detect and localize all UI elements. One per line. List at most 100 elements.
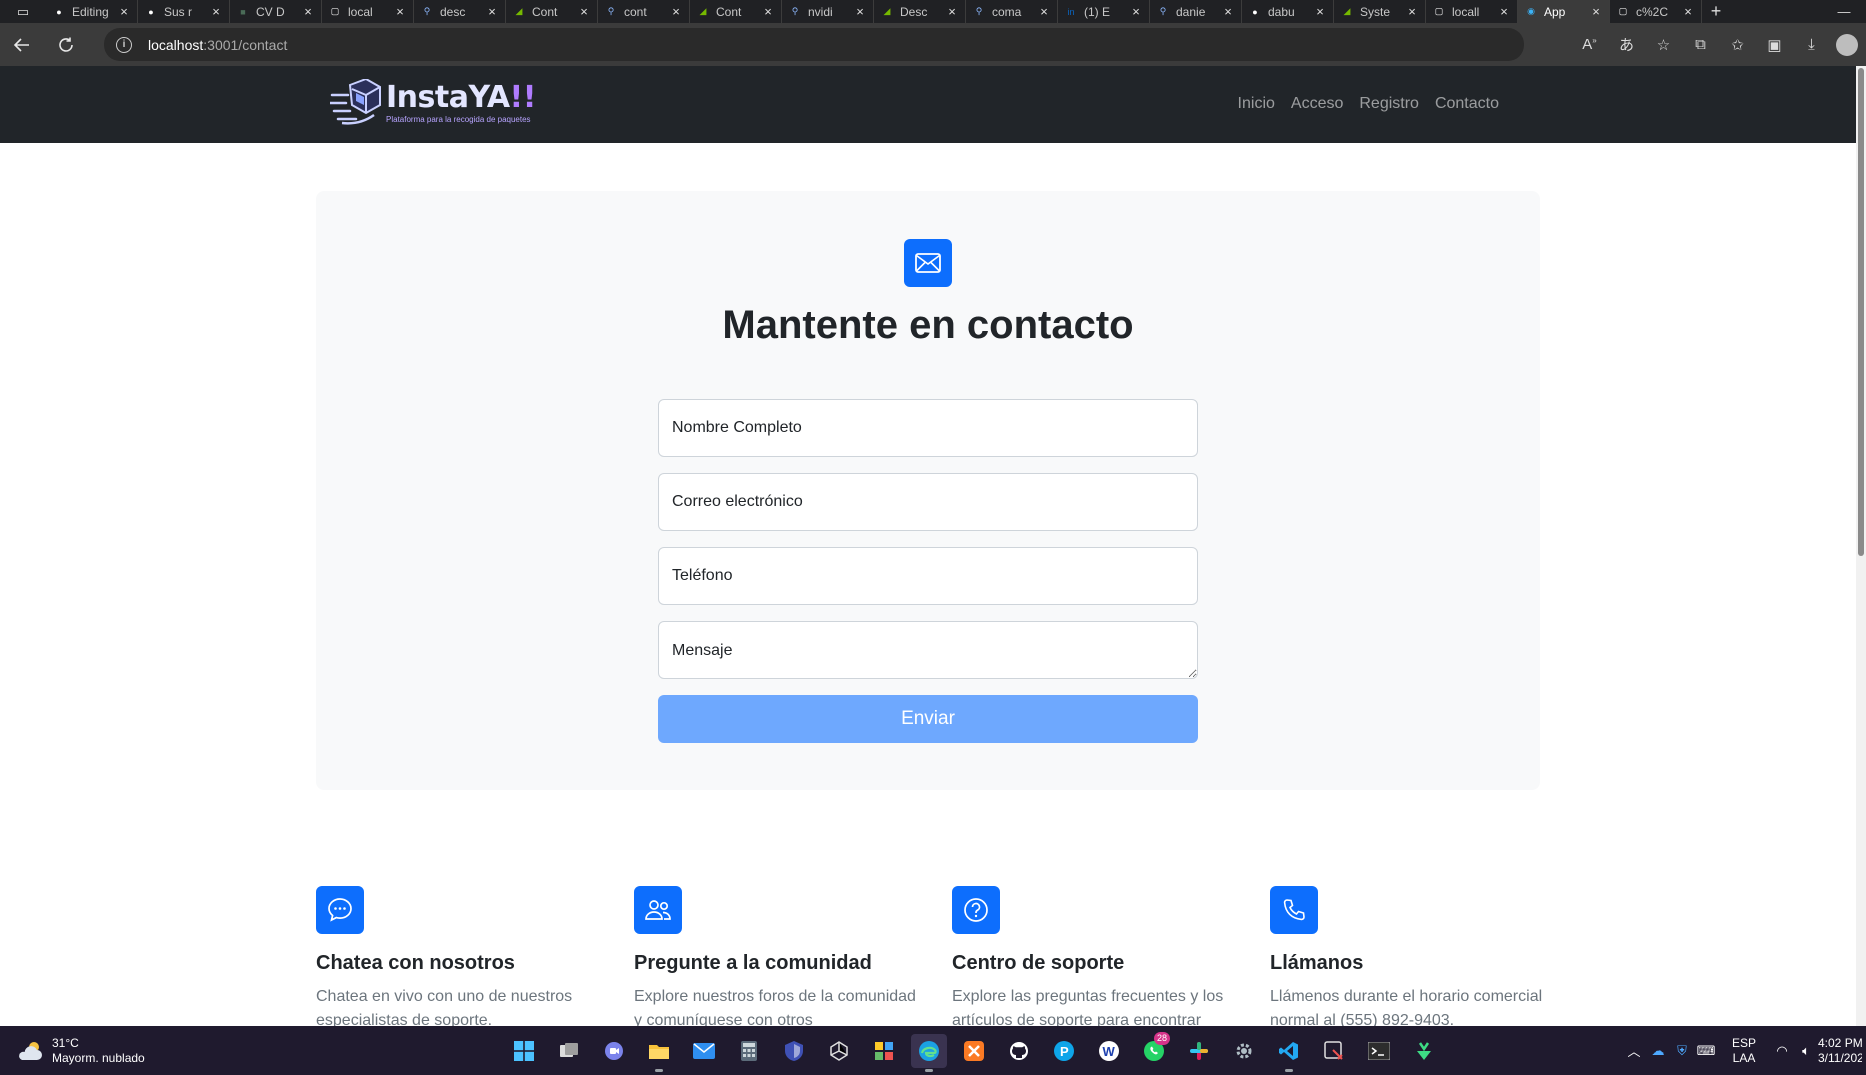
- browser-tab[interactable]: in (1) E ×: [1058, 0, 1150, 23]
- file-explorer-icon[interactable]: [641, 1034, 677, 1072]
- close-tab-icon[interactable]: ×: [669, 4, 683, 19]
- browser-tab[interactable]: ● dabu ×: [1242, 0, 1334, 23]
- clock[interactable]: 4:02 PM 3/11/2023: [1818, 1036, 1862, 1066]
- minimize-button[interactable]: —: [1822, 4, 1866, 19]
- nav-link-inicio[interactable]: Inicio: [1238, 95, 1275, 113]
- browser-tab[interactable]: ⚲ coma ×: [966, 0, 1058, 23]
- close-tab-icon[interactable]: ×: [301, 4, 315, 19]
- nav-link-acceso[interactable]: Acceso: [1291, 95, 1343, 113]
- nav-link-registro[interactable]: Registro: [1359, 95, 1419, 113]
- language-indicator[interactable]: ESP LAA: [1732, 1036, 1756, 1066]
- close-tab-icon[interactable]: ×: [1129, 4, 1143, 19]
- snipping-tool-icon[interactable]: [1316, 1034, 1352, 1068]
- browser-tab[interactable]: ◢ Cont ×: [690, 0, 782, 23]
- new-tab-button[interactable]: +: [1702, 1, 1730, 22]
- whatsapp-icon[interactable]: 28: [1136, 1032, 1172, 1068]
- edge-icon: ◉: [1527, 6, 1535, 16]
- nav-link-contacto[interactable]: Contacto: [1435, 95, 1499, 113]
- teams-chat-icon[interactable]: [596, 1034, 632, 1068]
- vscode-icon[interactable]: [1271, 1034, 1307, 1072]
- browser-tab[interactable]: ■ CV D ×: [230, 0, 322, 23]
- close-tab-icon[interactable]: ×: [577, 4, 591, 19]
- url-text[interactable]: localhost:3001/contact: [148, 37, 287, 53]
- weather-widget[interactable]: 31°C Mayorm. nublado: [16, 1036, 145, 1066]
- close-tab-icon[interactable]: ×: [117, 4, 131, 19]
- close-tab-icon[interactable]: ×: [393, 4, 407, 19]
- browser-tab[interactable]: ◢ Syste ×: [1334, 0, 1426, 23]
- scrollbar-thumb[interactable]: [1858, 68, 1864, 556]
- browser-tab[interactable]: ⚲ desc ×: [414, 0, 506, 23]
- info-icon[interactable]: i: [116, 36, 132, 53]
- brand-tagline: Plataforma para la recogida de paquetes: [386, 115, 531, 124]
- close-tab-icon[interactable]: ×: [1681, 4, 1695, 19]
- xampp-icon[interactable]: [956, 1034, 992, 1068]
- browser-tab[interactable]: ⚲ danie ×: [1150, 0, 1242, 23]
- browser-tab[interactable]: ● Editing ×: [46, 0, 138, 23]
- favorites-icon[interactable]: ✩: [1719, 36, 1756, 54]
- extensions-icon[interactable]: ⧉: [1682, 36, 1719, 53]
- downloads-icon[interactable]: ⤓: [1793, 36, 1830, 53]
- close-tab-icon[interactable]: ×: [485, 4, 499, 19]
- email-input[interactable]: [658, 473, 1198, 531]
- close-tab-icon[interactable]: ×: [1589, 4, 1603, 19]
- tab-actions-icon[interactable]: ▭: [0, 0, 46, 23]
- system-tray: ︿ ☁ ⛨ ⌨ ESP LAA ◠ 🔈︎ 4:02 PM 3/11/2023: [1622, 1026, 1866, 1075]
- address-bar[interactable]: i localhost:3001/contact: [104, 28, 1524, 61]
- submit-button[interactable]: Enviar: [658, 695, 1198, 743]
- full-name-input[interactable]: [658, 399, 1198, 457]
- close-tab-icon[interactable]: ×: [853, 4, 867, 19]
- word-w-icon[interactable]: W: [1091, 1034, 1127, 1068]
- page-scrollbar[interactable]: [1856, 66, 1866, 1026]
- close-tab-icon[interactable]: ×: [1037, 4, 1051, 19]
- close-tab-icon[interactable]: ×: [761, 4, 775, 19]
- browser-tab[interactable]: ◢ Cont ×: [506, 0, 598, 23]
- browser-tab[interactable]: ▢ local ×: [322, 0, 414, 23]
- reload-button[interactable]: [44, 23, 88, 66]
- page-icon: ▢: [1618, 6, 1628, 16]
- envelope-icon: [904, 239, 952, 287]
- paint-tool-icon[interactable]: [866, 1034, 902, 1068]
- github-desktop-icon[interactable]: [1001, 1034, 1037, 1068]
- wifi-icon[interactable]: ◠: [1770, 1043, 1794, 1059]
- brand-logo-link[interactable]: InstaYA!! Plataforma para la recogida de…: [330, 79, 536, 127]
- close-tab-icon[interactable]: ×: [1405, 4, 1419, 19]
- collections-icon[interactable]: ▣: [1756, 36, 1793, 54]
- mail-icon[interactable]: [686, 1034, 722, 1068]
- browser-tab[interactable]: ⚲ nvidi ×: [782, 0, 874, 23]
- close-tab-icon[interactable]: ×: [945, 4, 959, 19]
- read-aloud-icon[interactable]: A»: [1571, 36, 1608, 53]
- browser-tab[interactable]: ◢ Desc ×: [874, 0, 966, 23]
- close-tab-icon[interactable]: ×: [1313, 4, 1327, 19]
- keyboard-icon[interactable]: ⌨: [1694, 1043, 1718, 1059]
- browser-tab[interactable]: ◉ App ×: [1518, 0, 1610, 23]
- phone-input[interactable]: [658, 547, 1198, 605]
- task-view-icon[interactable]: [551, 1034, 587, 1068]
- security-shield-icon[interactable]: [776, 1034, 812, 1068]
- close-tab-icon[interactable]: ×: [1221, 4, 1235, 19]
- close-tab-icon[interactable]: ×: [209, 4, 223, 19]
- back-button[interactable]: [0, 23, 44, 66]
- browser-tab[interactable]: ▢ c%2C ×: [1610, 0, 1702, 23]
- android-studio-icon[interactable]: [1406, 1034, 1442, 1068]
- windows-start-icon[interactable]: [506, 1034, 542, 1068]
- unity-icon[interactable]: [821, 1034, 857, 1068]
- chevron-up-icon[interactable]: ︿: [1622, 1041, 1646, 1060]
- calculator-icon[interactable]: [731, 1034, 767, 1068]
- search-icon: ⚲: [423, 6, 431, 16]
- translate-icon[interactable]: あ: [1608, 34, 1645, 55]
- defender-icon[interactable]: ⛨: [1670, 1043, 1694, 1059]
- browser-tab[interactable]: ▢ locall ×: [1426, 0, 1518, 23]
- onedrive-cloud-icon[interactable]: ☁: [1646, 1043, 1670, 1059]
- profile-avatar[interactable]: [1836, 33, 1858, 56]
- message-textarea[interactable]: [658, 621, 1198, 679]
- terminal-icon[interactable]: [1361, 1034, 1397, 1068]
- volume-icon[interactable]: 🔈︎: [1794, 1043, 1818, 1059]
- browser-tab[interactable]: ● Sus r ×: [138, 0, 230, 23]
- close-tab-icon[interactable]: ×: [1497, 4, 1511, 19]
- browser-tab[interactable]: ⚲ cont ×: [598, 0, 690, 23]
- settings-gear-icon[interactable]: [1226, 1034, 1262, 1068]
- add-favorite-icon[interactable]: ☆: [1645, 36, 1682, 54]
- postman-p-icon[interactable]: P: [1046, 1034, 1082, 1068]
- edge-browser-icon[interactable]: [911, 1034, 947, 1072]
- slack-icon[interactable]: [1181, 1034, 1217, 1068]
